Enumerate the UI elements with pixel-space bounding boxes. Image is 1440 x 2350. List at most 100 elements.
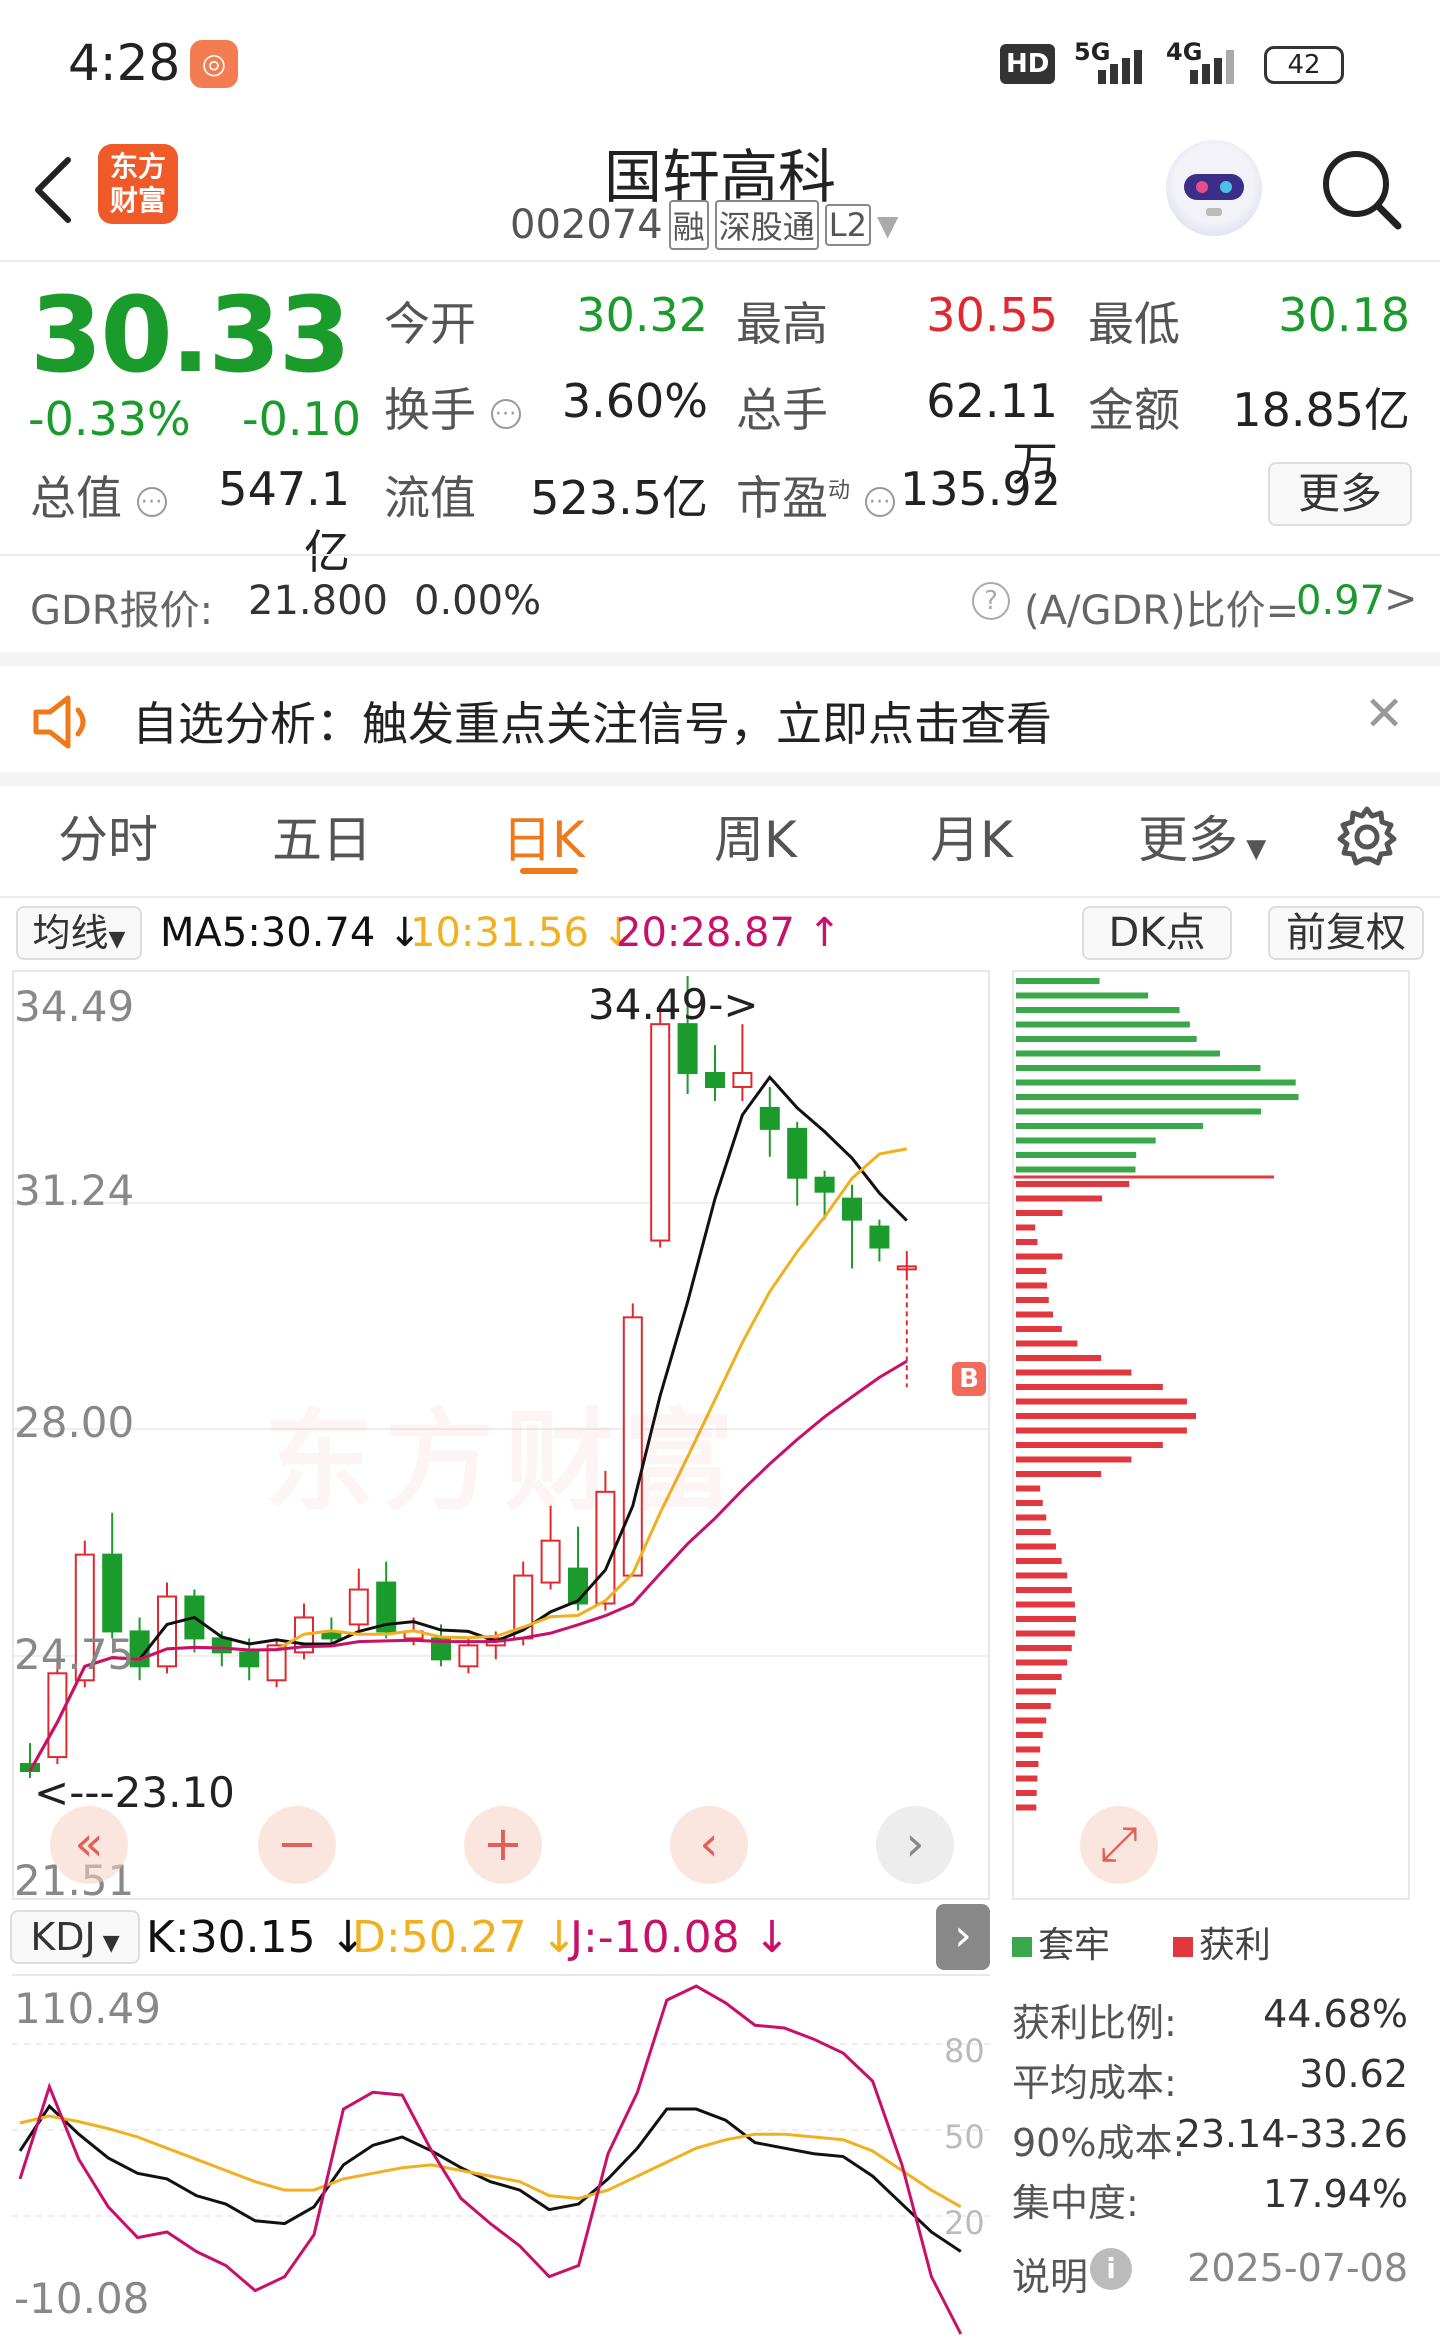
legend-profit: 获利 [1198,1925,1271,1966]
candle-body [677,1023,698,1075]
info-icon[interactable]: ⋯ [864,486,895,517]
chip-bar [1016,1210,1063,1216]
chip-bar [1016,1384,1163,1390]
tab-weekly-k[interactable]: 周K [714,800,797,872]
tab-intraday[interactable]: 分时 [58,800,158,872]
zoom-in-button[interactable]: + [464,1806,542,1884]
margin-tag: 融 [668,200,709,250]
buy-signal-marker[interactable]: B [952,1362,986,1396]
candle-body [814,1176,835,1193]
expand-panel-icon[interactable]: › [936,1904,990,1970]
chip-bar [1016,1688,1056,1695]
expand-icon[interactable]: ⤢ [1080,1806,1158,1884]
chip-bar [1016,1732,1043,1738]
chip-distribution[interactable]: ⤢ [1012,970,1410,1900]
close-icon[interactable]: ✕ [1364,686,1404,742]
concentration-label: 集中度: [1012,2181,1139,2225]
chip-legend: 套牢 获利 [1012,1916,1412,1966]
candle-body [458,1644,479,1668]
jump-start-button[interactable]: « [50,1806,128,1884]
high-value: 30.55 [926,288,1058,342]
turnover-value: 3.60% [561,374,708,428]
candle-body [842,1197,862,1221]
volume-label: 总手 [736,383,828,437]
ma10-value: 10:31.56 ↓ [410,910,636,956]
gear-icon[interactable] [1334,804,1400,870]
tab-five-day[interactable]: 五日 [272,800,372,872]
tab-more-label: 更多 [1138,811,1238,869]
ma-selector[interactable]: 均线▼ [16,906,142,960]
gdr-row[interactable]: GDR报价: 21.800 0.00% ? (A/GDR)比价= 0.97 > [0,556,1440,652]
chip-bar [1016,1659,1068,1666]
chip-bar [1016,1297,1049,1303]
mcap-label-text: 总值 [30,471,122,525]
kdj-chart[interactable]: 110.49 -10.08 80 50 20 [12,1974,990,2336]
y-label-high: 34.49 [14,982,135,1031]
chip-bar [1016,1152,1137,1158]
profit-ratio-label: 获利比例: [1012,2001,1177,2045]
tab-monthly-k[interactable]: 月K [930,800,1013,872]
search-icon[interactable] [1316,144,1406,234]
gdr-ratio-label: (A/GDR)比价= [1024,588,1300,634]
chip-bar [1016,1268,1047,1274]
chip-bar [1016,1616,1076,1622]
chip-bar [1016,1790,1037,1796]
chip-bar [1016,1108,1262,1115]
chip-bar [1016,1036,1197,1042]
candle-body [869,1225,890,1249]
adjust-mode-button[interactable]: 前复权 [1268,906,1424,960]
caret-down-icon: ▼ [1238,834,1267,864]
caret-down-icon[interactable]: ▼ [877,209,899,242]
chip-bar [1016,1427,1187,1434]
pe-label[interactable]: 市盈动 ⋯ [736,462,895,528]
turnover-label[interactable]: 换手 ⋯ [384,374,521,440]
cost-90-value: 23.14-33.26 [1176,2112,1408,2156]
divider [0,896,1440,898]
zoom-out-button[interactable]: − [258,1806,336,1884]
robot-assistant-icon[interactable] [1166,140,1262,236]
ma5-value: MA5:30.74 ↓ [160,910,422,956]
kdj-j-line [18,1984,963,2335]
candle-body [650,1023,671,1242]
chip-bar [1016,1558,1062,1564]
tab-daily-k[interactable]: 日K [502,800,585,872]
chip-bar [1016,1442,1163,1448]
profit-ratio-value: 44.68% [1263,1992,1408,2036]
indicator-selector[interactable]: KDJ ▼ [10,1910,140,1964]
chip-bar [1016,1253,1063,1260]
pan-right-button[interactable]: › [876,1806,954,1884]
dk-point-button[interactable]: DK点 [1082,906,1232,960]
chip-bar [1016,1195,1103,1202]
info-icon[interactable]: ⋯ [136,486,167,517]
chip-bar [1016,1007,1180,1013]
chip-bar [1016,1094,1299,1100]
float-cap-value: 523.5亿 [530,471,708,525]
notice-bar[interactable]: 自选分析：触发重点关注信号，立即点击查看 ✕ [0,666,1440,772]
info-icon[interactable]: i [1090,2248,1132,2290]
high-label: 最高 [736,297,828,351]
chip-bar [1016,1529,1051,1535]
l2-tag: L2 [824,204,871,246]
info-icon[interactable]: ⋯ [490,398,521,429]
section-gap [0,772,1440,786]
kline-chart[interactable]: 34.49 31.24 28.00 24.75 21.51 34.49-> <-… [12,970,990,1905]
mcap-label[interactable]: 总值 ⋯ [30,462,167,528]
tab-more[interactable]: 更多 ▼ [1138,800,1266,872]
gdr-ratio-value: 0.97 [1296,578,1386,624]
ma20-text: 20:28.87 [616,910,795,956]
help-icon[interactable]: ? [972,582,1010,620]
chip-bar [1016,1645,1072,1651]
chip-bar [1016,1282,1047,1289]
kdj-k-line [18,2103,962,2253]
kdj-bar: KDJ ▼ K:30.15 ↓ D:50.27 ↓ J:-10.08 ↓ › [0,1904,1000,1970]
pan-left-button[interactable]: ‹ [670,1806,748,1884]
chip-bar [1016,1514,1047,1521]
header: 东方 财富 国轩高科 002074 融 深股通 L2 ▼ [0,130,1440,260]
more-quote-button[interactable]: 更多 [1268,462,1412,526]
kdj-y-high: 110.49 [14,1984,161,2033]
kdj-d-value: D:50.27 ↓ [352,1912,578,1963]
chevron-right-icon[interactable]: > [1384,576,1418,622]
y-label-4: 24.75 [14,1630,135,1679]
candle-body [705,1072,725,1088]
gdr-price: 21.800 [248,578,388,624]
